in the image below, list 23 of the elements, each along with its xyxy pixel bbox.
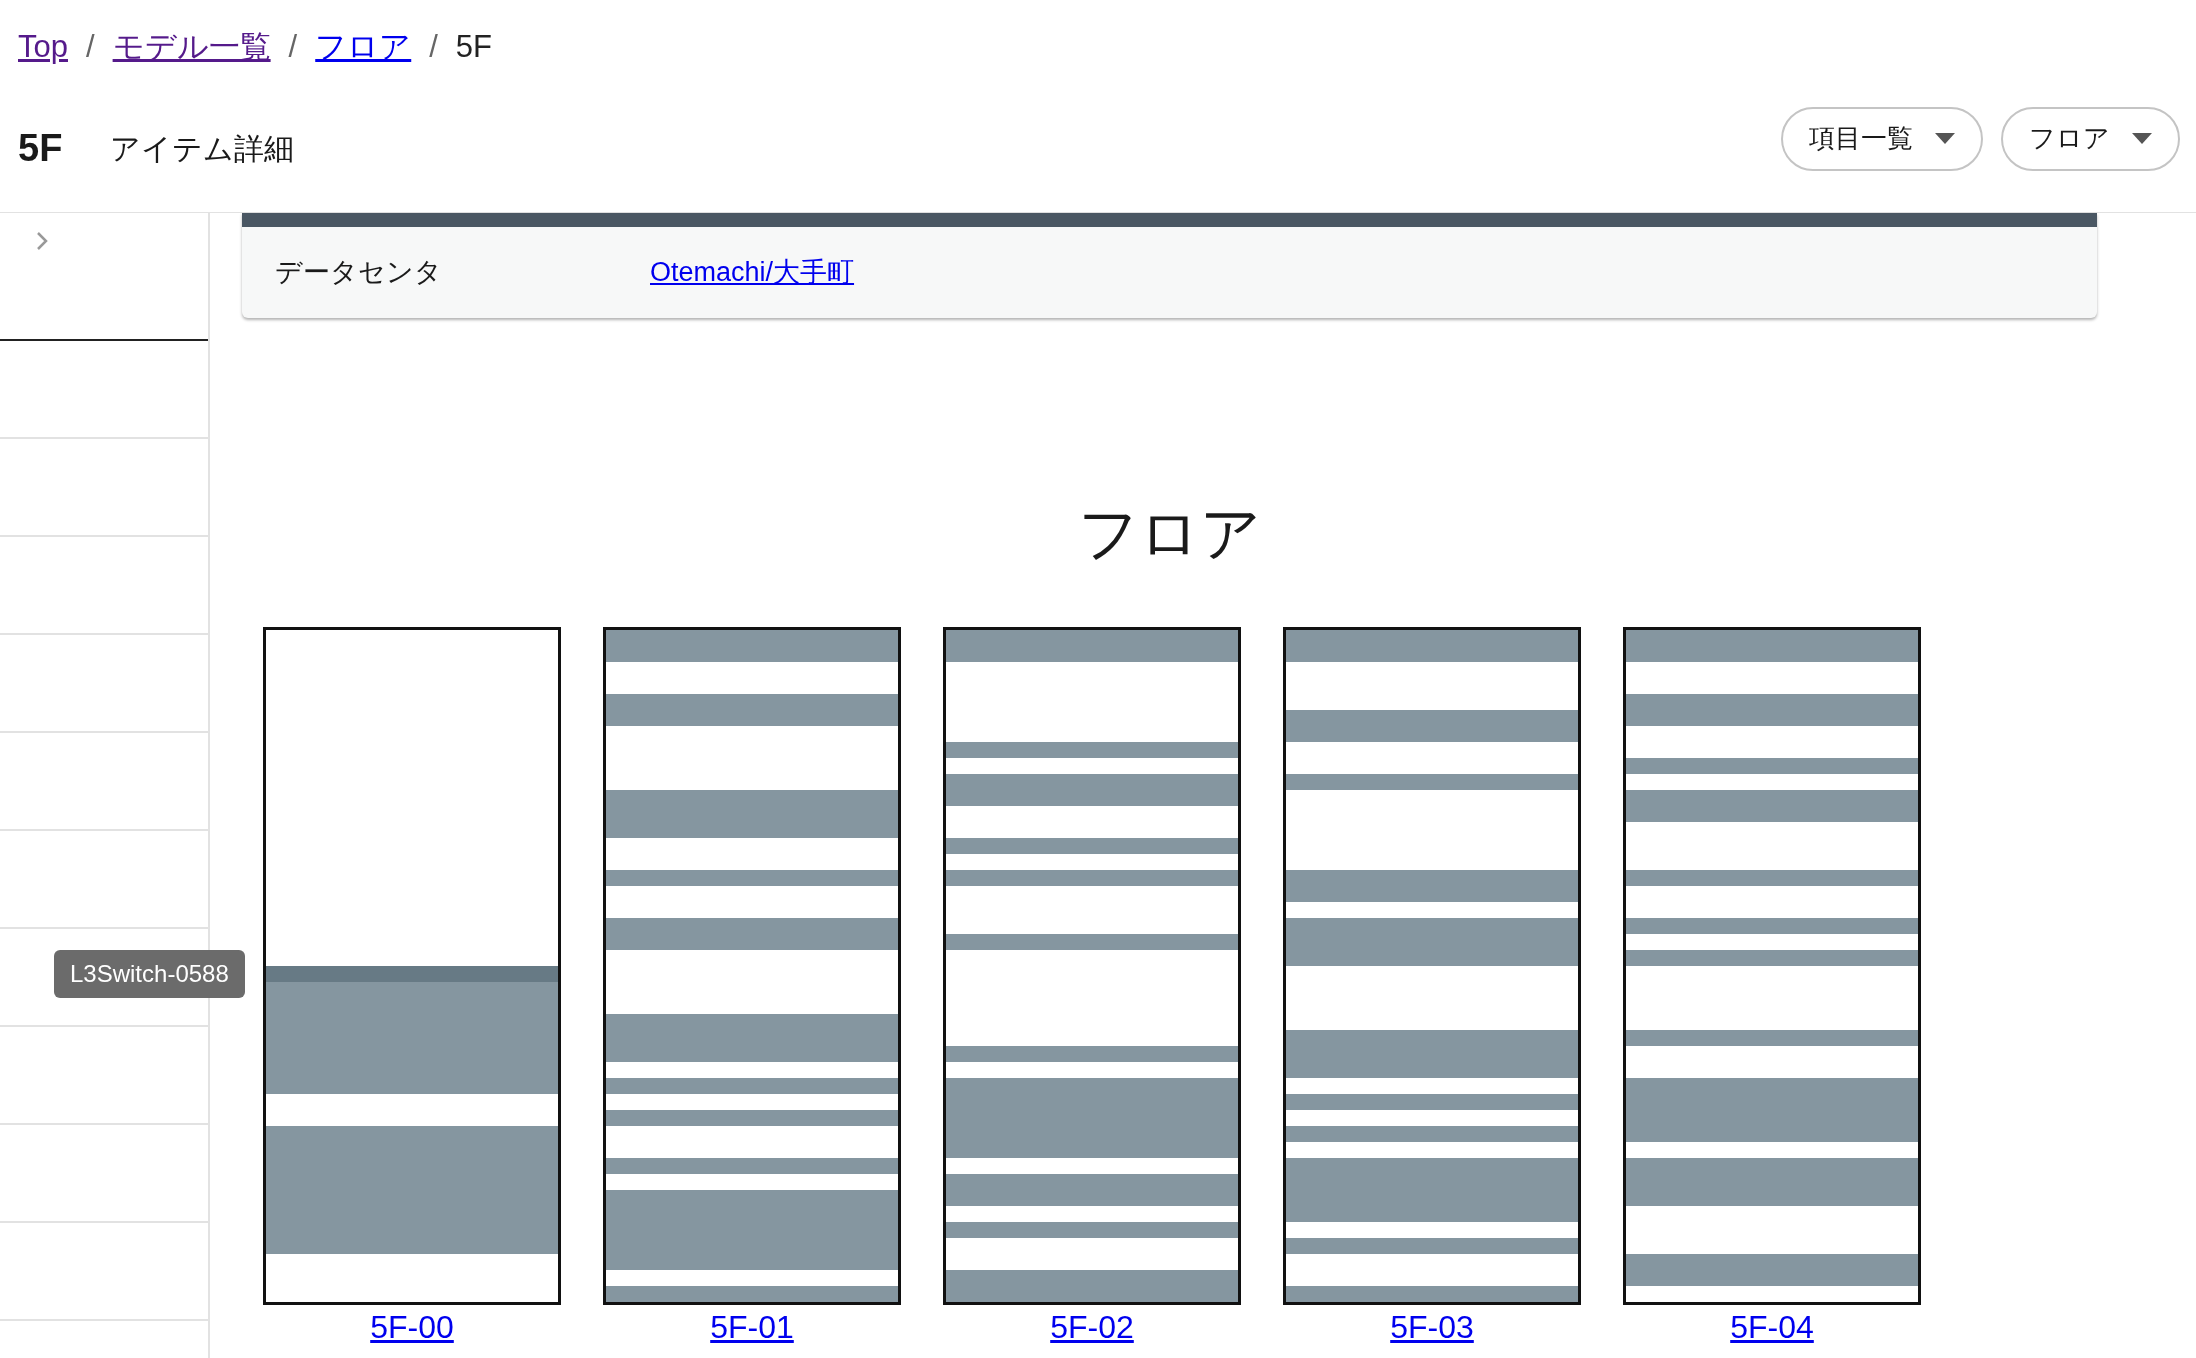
- rack-link[interactable]: 5F-04: [1730, 1307, 1814, 1347]
- breadcrumb-link[interactable]: フロア: [315, 24, 412, 71]
- breadcrumb-current: 5F: [455, 28, 493, 67]
- breadcrumb-separator: /: [288, 28, 298, 67]
- page-subtitle: アイテム詳細: [110, 131, 295, 167]
- breadcrumb-link[interactable]: モデル一覧: [112, 24, 271, 71]
- tooltip: L3Switch-0588: [54, 950, 245, 998]
- section-heading: フロア: [1078, 499, 1261, 569]
- dropdown-button[interactable]: フロア: [2001, 106, 2180, 171]
- breadcrumb-separator: /: [86, 28, 95, 67]
- rack-link[interactable]: 5F-03: [1390, 1307, 1474, 1347]
- rack-link[interactable]: 5F-01: [710, 1307, 794, 1347]
- rack-link[interactable]: 5F-00: [370, 1307, 454, 1347]
- caret-icon: [2132, 133, 2152, 144]
- page-title: 5F: [18, 126, 63, 171]
- detail-label: データセンタ: [275, 256, 443, 290]
- breadcrumb-link[interactable]: Top: [18, 24, 68, 71]
- chevron-right-icon[interactable]: [36, 231, 48, 251]
- caret-icon: [1935, 133, 1955, 144]
- dropdown-button[interactable]: 項目一覧: [1781, 106, 1983, 171]
- rack-link[interactable]: 5F-02: [1050, 1307, 1134, 1347]
- breadcrumb-separator: /: [429, 28, 438, 67]
- detail-link[interactable]: Otemachi/大手町: [650, 252, 855, 293]
